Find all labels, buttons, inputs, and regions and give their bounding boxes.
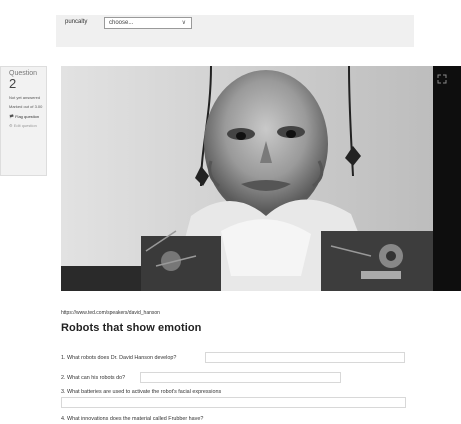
question-3-text: 3. What batteries are used to activate t… (61, 389, 222, 395)
question-info-panel: Question 2 Not yet answered Marked out o… (0, 66, 47, 176)
question-status: Not yet answered (9, 95, 41, 100)
answer-1-input[interactable] (205, 352, 405, 363)
expand-icon[interactable] (437, 74, 447, 84)
answer-3-input[interactable] (61, 397, 406, 408)
edit-question-link[interactable]: ⚙ Edit question (9, 123, 46, 128)
select-label: puncalty (65, 19, 88, 25)
video-frame (61, 66, 461, 291)
answer-dropdown[interactable]: choose... ∨ (104, 17, 192, 29)
gear-icon: ⚙ (9, 123, 13, 128)
question-4-text: 4. What innovations does the material ca… (61, 416, 204, 422)
question-number: 2 (9, 76, 17, 91)
edit-question-label: Edit question (13, 123, 37, 128)
question-2-text: 2. What can his robots do? (61, 375, 126, 381)
dropdown-value: choose... (109, 20, 134, 26)
chevron-down-icon: ∨ (181, 20, 186, 26)
quiz-page: puncalty choose... ∨ Question 2 Not yet … (0, 0, 461, 424)
flag-icon: 🏴 (9, 114, 14, 119)
question-marks: Marked out of 3.00 (9, 104, 43, 109)
answer-2-input[interactable] (140, 372, 341, 383)
video-player[interactable] (61, 66, 461, 291)
page-title: Robots that show emotion (61, 322, 202, 334)
question-1-text: 1. What robots does Dr. David Hanson dev… (61, 355, 177, 361)
source-url[interactable]: https://www.ted.com/speakers/david_hanso… (61, 310, 160, 316)
flag-question-label: Flag question (15, 114, 40, 119)
select-strip: puncalty choose... ∨ (56, 15, 414, 47)
flag-question-link[interactable]: 🏴 Flag question (9, 114, 46, 119)
